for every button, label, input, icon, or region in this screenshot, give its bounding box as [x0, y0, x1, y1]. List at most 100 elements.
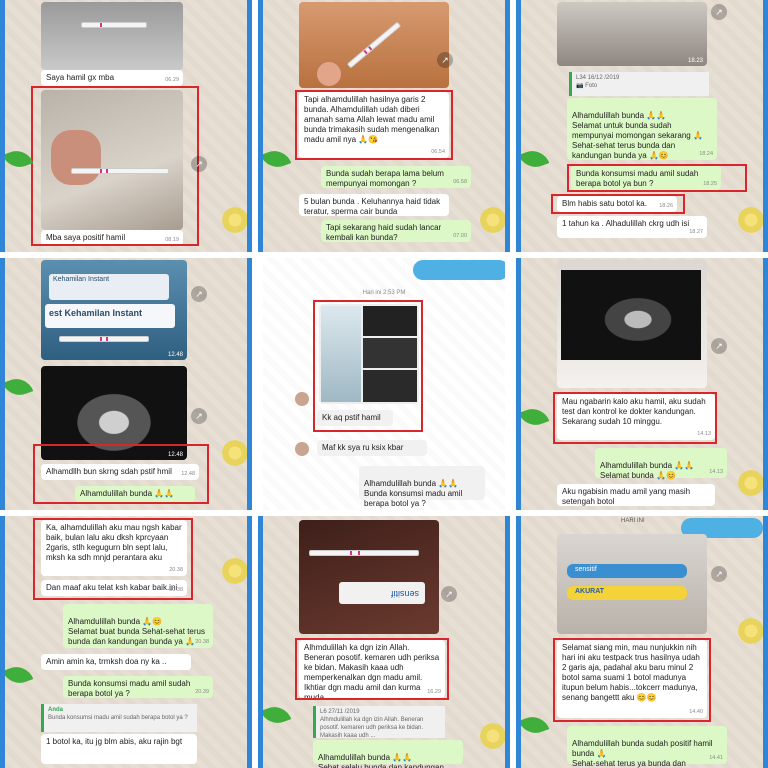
message-text: Aku ngabisin madu amil yang masih seteng…	[562, 487, 691, 506]
share-icon[interactable]: ↗	[437, 52, 453, 68]
quote-sender: Anda	[48, 707, 63, 713]
positive-test-photo	[41, 90, 183, 230]
message-text: Bunda konsumsi madu amil sudah berapa bo…	[68, 679, 191, 698]
message-time: 14.41	[709, 755, 723, 761]
message-time: 07.00	[453, 233, 467, 239]
message-time: 14.40	[689, 709, 703, 715]
share-icon[interactable]: ↗	[711, 338, 727, 354]
message-time: 18.24	[699, 151, 713, 157]
message-bubble: Alhamdllh bun skrng sdah pstif hmil 12.4…	[41, 464, 199, 480]
quoted-message: Anda Bunda konsumsi madu amil sudah bera…	[41, 704, 197, 732]
message-text: Kk aq pstif hamil	[322, 413, 381, 422]
date-header: HARI INI	[621, 518, 645, 524]
share-icon[interactable]: ↗	[711, 566, 727, 582]
message-time: 06.54	[431, 149, 445, 155]
message-bubble: Maf kk sya ru ksix kbar	[317, 440, 427, 456]
image-time: 18.23	[687, 58, 703, 64]
image-message: 18.23	[557, 2, 707, 66]
leaf-decoration	[5, 374, 34, 400]
message-text: Tapi sekarang haid sudah lancar kembali …	[326, 223, 442, 242]
message-time: 20.38	[169, 567, 183, 573]
message-text: Alhamdllh bun skrng sdah pstif hmil	[46, 467, 172, 476]
message-bubble: Mba saya positif hamil 08.19	[41, 230, 183, 246]
message-time: 12.48	[181, 471, 195, 477]
flower-decoration	[736, 468, 763, 498]
chat-panel-5: Hari ini 2:53 PM Kk aq pstif hamil Maf k…	[258, 258, 510, 510]
message-time: 18.27	[689, 229, 703, 235]
message-bubble: Alhamdulillah bunda sudah positif hamil …	[567, 726, 727, 768]
share-icon[interactable]: ↗	[711, 4, 727, 20]
leaf-decoration	[263, 146, 292, 172]
message-bubble: Tapi sekarang haid sudah lancar kembali …	[321, 220, 471, 242]
message-text: Saya hamil gx mba	[46, 73, 115, 82]
avatar	[295, 392, 309, 406]
message-text: Blm habis satu botol ka.	[562, 199, 647, 208]
quote-text: Bunda konsumsi madu amil sudah berapa bo…	[48, 715, 188, 721]
message-bubble: Alhamdulillah bunda 🙏🙏 Bunda konsumsi ma…	[359, 466, 485, 508]
chat-panel-4: Kehamilan Instant est Kehamilan Instant …	[0, 258, 252, 510]
test-strip-photo: sensitif	[299, 520, 439, 634]
chat-panel-7: Ka, alhamdulillah aku mau ngsh kabar bai…	[0, 516, 252, 768]
quoted-message: L6 27/11 /2019 Alhmdulillah ka dgn izin …	[313, 706, 445, 739]
leaf-decoration	[521, 404, 550, 430]
message-bubble: Ka, alhamdulillah aku mau ngsh kabar bai…	[41, 520, 187, 576]
message-text: Alhamdulillah bunda sudah positif hamil …	[572, 739, 713, 768]
flower-decoration	[220, 438, 247, 468]
chat-panel-9: HARI INI sensitif AKURAT ↗ Selamat siang…	[516, 516, 768, 768]
message-time: 08.19	[165, 237, 179, 243]
ultrasound-photo	[557, 260, 707, 388]
share-icon[interactable]: ↗	[441, 586, 457, 602]
message-bubble: Alhamdulillah bunda 🙏🙏 Selamat bunda 🙏😊 …	[595, 448, 727, 480]
test-strip-photo	[299, 2, 449, 88]
chat-panel-1: Saya hamil gx mba 06.29 Mba saya positif…	[0, 0, 252, 252]
testimonial-collage: Saya hamil gx mba 06.29 Mba saya positif…	[0, 0, 768, 768]
message-bubble: Saya hamil gx mba 06.29	[41, 70, 183, 86]
message-time: 06.29	[165, 77, 179, 83]
kit-label: AKURAT	[567, 586, 687, 600]
chat-panel-6: ↗ Mau ngabarin kalo aku hamil, aku sudah…	[516, 258, 768, 510]
flower-decoration	[478, 721, 505, 751]
message-bubble: Dan maaf aku telat ksh kabar baik.ini 20…	[41, 580, 187, 596]
message-time: 14.13	[709, 469, 723, 475]
message-bubble: Kk aq pstif hamil	[317, 410, 393, 426]
chat-panel-3: 18.23 ↗ L34 16/12 /2019 📷 Foto Alhamduli…	[516, 0, 768, 252]
message-text: Ka, alhamdulillah aku mau ngsh kabar bai…	[46, 523, 182, 562]
message-text: Mau ngabarin kalo aku hamil, aku sudah t…	[562, 397, 706, 426]
kit-label: Kehamilan Instant	[49, 274, 169, 300]
image-time: 12.48	[167, 452, 183, 458]
ultrasound-photo: 12.48	[41, 366, 187, 460]
message-bubble: 1 tahun ka . Alhadulillah ckrg udh isi 1…	[557, 216, 707, 238]
message-text: Maf kk sya ru ksix kbar	[322, 443, 404, 452]
message-time: 18.25	[703, 181, 717, 187]
quote-text: Alhmdulillah ka dgn izin Allah. Beneran …	[320, 717, 424, 739]
message-bubble: Bunda sudah berapa lama belum mempunyai …	[321, 166, 471, 188]
test-kit-photo: Kehamilan Instant est Kehamilan Instant …	[41, 260, 187, 360]
message-time: 20.38	[169, 587, 183, 593]
message-text: Dan maaf aku telat ksh kabar baik.ini	[46, 583, 178, 592]
message-bubble: Bunda konsumsi madu amil sudah berapa bo…	[63, 676, 213, 698]
message-time: 14.13	[697, 431, 711, 437]
leaf-decoration	[5, 662, 34, 688]
flower-decoration	[736, 205, 763, 235]
quote-sender: L34 16/12 /2019	[576, 75, 620, 81]
flower-decoration	[220, 556, 247, 586]
message-text: Alhamdulillah bunda 🙏🙏 Sehat selalu bund…	[318, 753, 444, 768]
share-icon[interactable]: ↗	[191, 156, 207, 172]
leaf-decoration	[263, 702, 292, 728]
message-text: Bunda sudah berapa lama belum mempunyai …	[326, 169, 444, 188]
leaf-decoration	[5, 146, 34, 172]
message-time: 20.38	[195, 639, 209, 645]
quote-text: 📷 Foto	[576, 83, 598, 89]
avatar	[295, 442, 309, 456]
share-icon[interactable]: ↗	[191, 286, 207, 302]
message-bubble: 1 botol ka, itu jg blm abis, aku rajin b…	[41, 734, 197, 764]
message-bubble: 5 bulan bunda . Keluhannya haid tidak te…	[299, 194, 449, 216]
message-text: Alhmdulillah ka dgn izin Allah. Beneran …	[304, 643, 440, 702]
kit-label: sensitif	[339, 582, 425, 604]
leaf-decoration	[521, 146, 550, 172]
date-header: Hari ini 2:53 PM	[362, 290, 406, 296]
message-text: Amin amin ka, trmksh doa ny ka ..	[46, 657, 167, 666]
share-icon[interactable]: ↗	[191, 408, 207, 424]
message-text: Alhamdulillah bunda 🙏🙏 Selamat untuk bun…	[572, 111, 703, 160]
leaf-decoration	[521, 712, 550, 738]
